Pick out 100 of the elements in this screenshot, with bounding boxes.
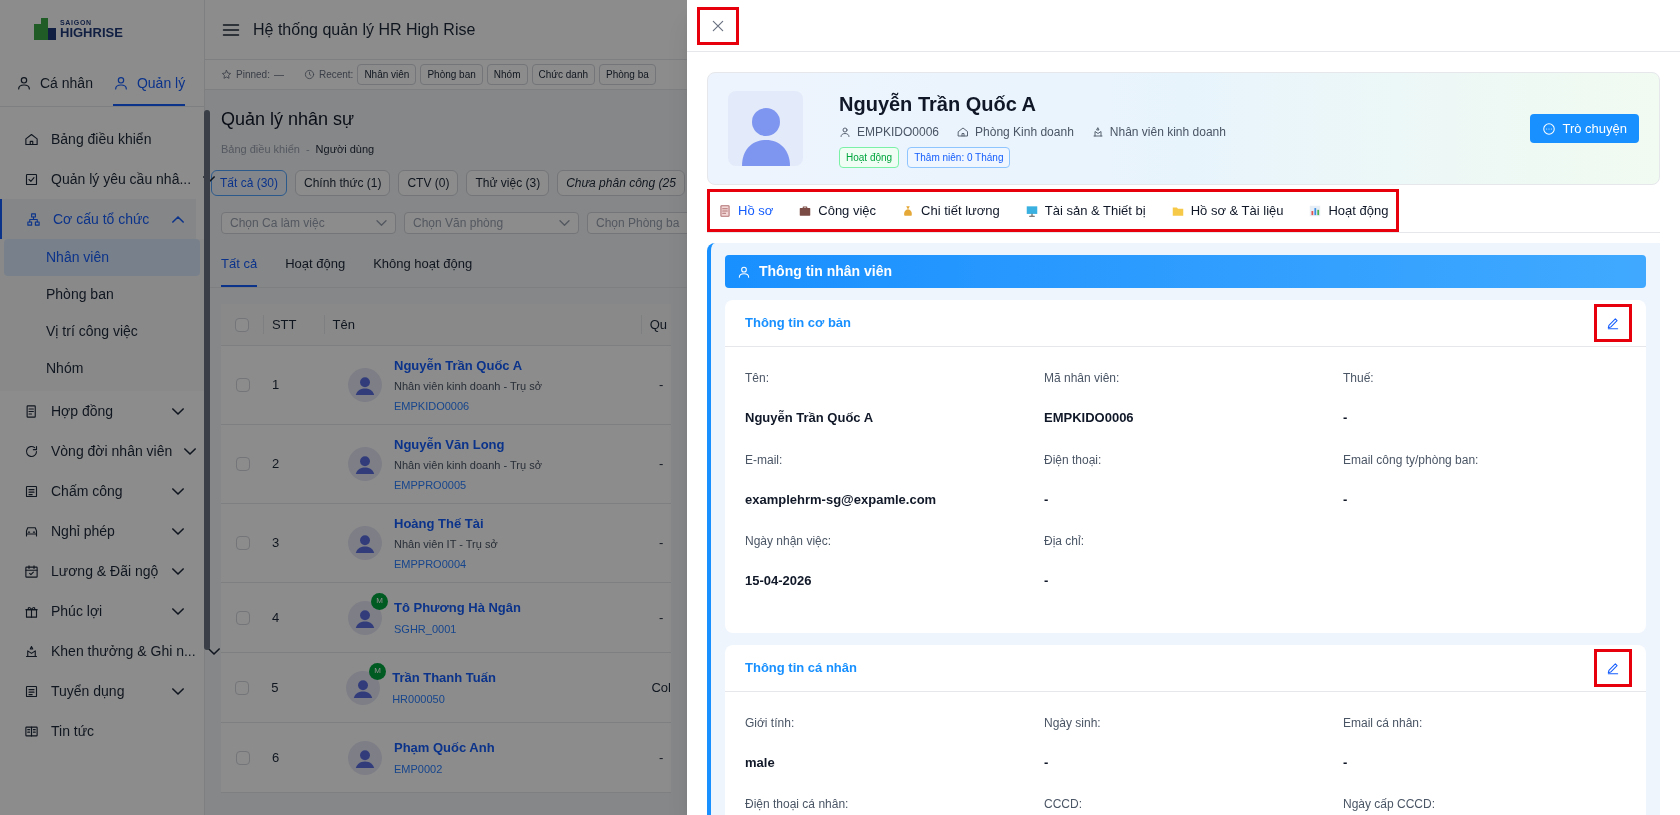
chevron-down-icon bbox=[559, 219, 570, 226]
profile-tab[interactable]: Hoạt động bbox=[1308, 200, 1389, 221]
submenu-item[interactable]: Nhân viên bbox=[4, 239, 200, 276]
book-icon bbox=[24, 723, 39, 739]
submenu-item[interactable]: Vị trí công việc bbox=[4, 313, 200, 350]
row-number: 3 bbox=[271, 534, 281, 553]
menu-item[interactable]: Lương & Đãi ngộ bbox=[0, 551, 196, 591]
menu-item[interactable]: Bảng điều khiển bbox=[0, 119, 196, 159]
employee-name-link[interactable]: Nguyễn Văn Long bbox=[394, 434, 542, 455]
field-label: Thuế: bbox=[1343, 370, 1375, 387]
employee-name: Nguyễn Trần Quốc A bbox=[839, 91, 1038, 117]
employee-name-link[interactable]: Hoàng Thế Tài bbox=[394, 513, 498, 534]
menu-item[interactable]: Cơ cấu tổ chức bbox=[0, 199, 196, 239]
scrollbar[interactable] bbox=[204, 110, 210, 650]
table-cell-text: - bbox=[658, 748, 664, 767]
checkbox[interactable] bbox=[234, 317, 249, 332]
avatar-icon bbox=[348, 600, 382, 635]
menu-item[interactable]: Quản lý yêu cầu nhâ... bbox=[0, 159, 196, 199]
checkbox[interactable] bbox=[235, 457, 250, 471]
checkbox[interactable] bbox=[235, 680, 250, 695]
status-tab[interactable]: Không hoạt động bbox=[373, 253, 473, 287]
menu-item[interactable]: Chấm công bbox=[0, 471, 196, 511]
field-value: examplehrm-sg@expamle.com bbox=[745, 490, 938, 509]
recent-chip[interactable]: Chức danh bbox=[531, 64, 595, 85]
user-icon bbox=[737, 264, 751, 279]
menu-item[interactable]: Nghỉ phép bbox=[0, 511, 196, 551]
row-number: 5 bbox=[270, 678, 280, 697]
employee-name-link[interactable]: Phạm Quốc Anh bbox=[394, 738, 495, 758]
field-label: E-mail: bbox=[745, 451, 784, 469]
field-label: Email cá nhân: bbox=[1343, 714, 1424, 732]
profile-tab[interactable]: Công việc bbox=[798, 200, 877, 221]
filter-chip[interactable]: Tất cả (30) bbox=[211, 169, 288, 196]
edit-button[interactable] bbox=[1594, 304, 1632, 342]
card-title: Thông tin cơ bản bbox=[745, 314, 851, 333]
monitor-icon bbox=[1024, 203, 1039, 218]
field-value: - bbox=[1044, 572, 1050, 590]
chat-button[interactable]: Trò chuyện bbox=[1530, 114, 1639, 143]
avatar-icon bbox=[346, 670, 381, 705]
menu-item[interactable]: Khen thưởng & Ghi n... bbox=[0, 631, 196, 671]
checkbox[interactable] bbox=[235, 378, 250, 392]
star-icon bbox=[221, 69, 232, 80]
chat-icon bbox=[1542, 121, 1557, 136]
edit-button[interactable] bbox=[1594, 648, 1632, 687]
tenure-tag: Thâm niên: 0 Tháng bbox=[907, 147, 1011, 168]
filter-chip[interactable]: Chưa phân công (25 bbox=[557, 169, 685, 196]
employee-code: EMP0002 bbox=[394, 761, 444, 777]
profile-tab[interactable]: Chi tiết lương bbox=[901, 200, 1000, 221]
checkbox[interactable] bbox=[235, 750, 250, 765]
submenu-item[interactable]: Nhóm bbox=[4, 350, 200, 387]
field-label: Email công ty/phòng ban: bbox=[1343, 451, 1480, 469]
recent-chip[interactable]: Nhân viên bbox=[357, 64, 417, 85]
filter-chip[interactable]: CTV (0) bbox=[398, 169, 459, 196]
employee-name-link[interactable]: Tô Phương Hà Ngân bbox=[394, 598, 521, 618]
menu-item[interactable]: Hợp đồng bbox=[0, 391, 196, 431]
filter-chip[interactable]: Thử việc (3) bbox=[466, 169, 550, 196]
chevron-down-icon bbox=[376, 219, 387, 226]
employee-code: EMPPRO0005 bbox=[394, 477, 468, 493]
checkbox-icon bbox=[24, 171, 39, 187]
profile-tab[interactable]: Hồ sơ & Tài liệu bbox=[1170, 200, 1284, 221]
menu-item[interactable]: Tuyển dụng bbox=[0, 671, 196, 711]
profile-tab[interactable]: Tài sản & Thiết bị bbox=[1024, 200, 1146, 221]
filter-chip[interactable]: Chính thức (1) bbox=[295, 169, 391, 196]
status-tab[interactable]: Hoạt động bbox=[285, 253, 346, 287]
menu-item[interactable]: Tin tức bbox=[0, 711, 196, 751]
profile-tab[interactable]: Hồ sơ bbox=[718, 200, 774, 221]
close-button[interactable] bbox=[697, 6, 739, 45]
column-header: STT bbox=[262, 314, 324, 335]
menu-item[interactable]: Phúc lợi bbox=[0, 591, 196, 631]
status-tab[interactable]: Tất cả bbox=[221, 253, 258, 287]
breadcrumb-item: Người dùng bbox=[315, 142, 375, 157]
refresh-icon bbox=[24, 443, 39, 459]
submenu-item[interactable]: Phòng ban bbox=[4, 276, 200, 313]
employee-name-link[interactable]: Trần Thanh Tuấn bbox=[392, 668, 496, 688]
mode-tab[interactable]: Cá nhân bbox=[16, 62, 93, 106]
field-label: Ngày sinh: bbox=[1044, 714, 1102, 732]
app-title: Hệ thống quản lý HR High Rise bbox=[253, 19, 476, 40]
table-cell-text: - bbox=[658, 534, 664, 553]
recent-chip[interactable]: Nhóm bbox=[486, 64, 528, 85]
field-value: - bbox=[1044, 490, 1050, 509]
menu-item[interactable]: Vòng đời nhân viên bbox=[0, 431, 196, 471]
document-icon bbox=[24, 403, 39, 419]
job-title: Nhân viên kinh doanh bbox=[1109, 124, 1226, 141]
row-number: 4 bbox=[271, 608, 281, 627]
field-label: Ngày nhận việc: bbox=[745, 533, 833, 550]
table-cell-text: - bbox=[658, 455, 664, 474]
calendar-icon bbox=[24, 563, 39, 579]
table-cell-text: - bbox=[658, 608, 664, 627]
recent-chip[interactable]: Phòng ba bbox=[599, 64, 656, 85]
employee-code: SGHR_0001 bbox=[394, 621, 458, 637]
mode-tab[interactable]: Quản lý bbox=[112, 62, 186, 106]
field-value: male bbox=[745, 753, 776, 772]
checkbox[interactable] bbox=[235, 536, 250, 550]
user-icon bbox=[112, 75, 129, 91]
checkbox[interactable] bbox=[235, 610, 250, 625]
employee-name-link[interactable]: Nguyễn Trần Quốc A bbox=[394, 355, 542, 376]
section-header: Thông tin nhân viên bbox=[725, 255, 1646, 288]
recent-chip[interactable]: Phòng ban bbox=[420, 64, 483, 85]
briefcase-icon bbox=[798, 203, 813, 218]
clock-icon bbox=[303, 69, 315, 80]
avatar-icon bbox=[348, 368, 382, 402]
